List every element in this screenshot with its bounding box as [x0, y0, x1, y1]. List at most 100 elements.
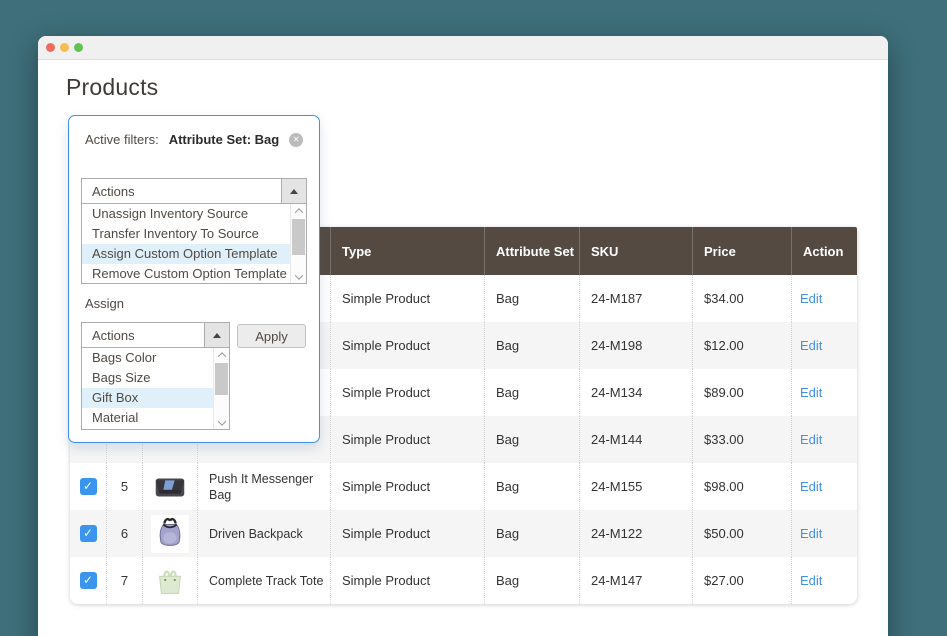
sku-cell: 24-M144 — [579, 416, 692, 463]
attribute_set-cell: Bag — [484, 510, 579, 557]
name-cell: Push It Messenger Bag — [197, 463, 330, 510]
remove-filter-icon[interactable]: ✕ — [289, 133, 303, 147]
product-image-messenger-bag — [151, 468, 189, 506]
type-cell: Simple Product — [330, 510, 484, 557]
checkbox-cell: ✓ — [70, 557, 106, 604]
assign-label: Assign — [85, 296, 124, 311]
scroll-up-button[interactable] — [214, 348, 229, 361]
chevron-down-icon — [294, 271, 302, 279]
option-item[interactable]: Bags Color — [82, 348, 213, 368]
option-item[interactable]: Material — [82, 408, 213, 428]
action-cell: Edit — [791, 369, 857, 416]
type-cell: Simple Product — [330, 416, 484, 463]
thumbnail-cell — [142, 557, 197, 604]
id-cell: 6 — [106, 510, 142, 557]
sku-cell: 24-M134 — [579, 369, 692, 416]
desktop-background: Products TypeAttribute SetSKUPriceAction… — [0, 0, 947, 636]
attribute_set-cell: Bag — [484, 275, 579, 322]
action-cell: Edit — [791, 463, 857, 510]
option-item[interactable]: Gift Box — [82, 388, 213, 408]
apply-button[interactable]: Apply — [237, 324, 306, 348]
edit-link[interactable]: Edit — [800, 573, 822, 588]
price-cell: $50.00 — [692, 510, 791, 557]
type-cell: Simple Product — [330, 275, 484, 322]
browser-window: Products TypeAttribute SetSKUPriceAction… — [38, 36, 888, 636]
action-cell: Edit — [791, 322, 857, 369]
scrollbar[interactable] — [213, 348, 229, 429]
price-cell: $34.00 — [692, 275, 791, 322]
minimize-window-button[interactable] — [60, 43, 69, 52]
scroll-down-button[interactable] — [214, 416, 229, 429]
filter-chip: Attribute Set: Bag — [169, 132, 280, 147]
option-item[interactable]: Unassign Inventory Source — [82, 204, 290, 224]
action-cell: Edit — [791, 416, 857, 463]
scrollbar-thumb[interactable] — [292, 219, 305, 255]
column-header-type[interactable]: Type — [330, 227, 484, 275]
edit-link[interactable]: Edit — [800, 291, 822, 306]
id-cell: 7 — [106, 557, 142, 604]
row-checkbox[interactable]: ✓ — [80, 525, 97, 542]
edit-link[interactable]: Edit — [800, 432, 822, 447]
attribute_set-cell: Bag — [484, 416, 579, 463]
column-header-action[interactable]: Action — [791, 227, 857, 275]
attribute_set-cell: Bag — [484, 369, 579, 416]
name-cell: Driven Backpack — [197, 510, 330, 557]
product-image-tote — [151, 562, 189, 600]
table-row: ✓7Complete Track ToteSimple ProductBag24… — [70, 557, 857, 604]
window-titlebar — [38, 36, 888, 60]
scrollbar[interactable] — [290, 204, 306, 283]
edit-link[interactable]: Edit — [800, 479, 822, 494]
row-checkbox[interactable]: ✓ — [80, 478, 97, 495]
page-title: Products — [66, 74, 158, 101]
row-checkbox[interactable]: ✓ — [80, 572, 97, 589]
scrollbar-track[interactable] — [291, 217, 306, 270]
column-header-price[interactable]: Price — [692, 227, 791, 275]
type-cell: Simple Product — [330, 463, 484, 510]
actions-select[interactable]: Actions — [81, 178, 307, 204]
scrollbar-thumb[interactable] — [215, 363, 228, 395]
zoom-window-button[interactable] — [74, 43, 83, 52]
thumbnail-cell — [142, 463, 197, 510]
thumbnail-cell — [142, 510, 197, 557]
sku-cell: 24-M122 — [579, 510, 692, 557]
table-row: ✓5Push It Messenger BagSimple ProductBag… — [70, 463, 857, 510]
scroll-up-button[interactable] — [291, 204, 306, 217]
name-cell: Complete Track Tote — [197, 557, 330, 604]
assign-select-value: Actions — [82, 323, 204, 347]
scroll-down-button[interactable] — [291, 270, 306, 283]
price-cell: $89.00 — [692, 369, 791, 416]
close-window-button[interactable] — [46, 43, 55, 52]
active-filters-label: Active filters: — [85, 132, 159, 147]
type-cell: Simple Product — [330, 322, 484, 369]
scrollbar-track[interactable] — [214, 361, 229, 416]
price-cell: $33.00 — [692, 416, 791, 463]
checkbox-cell: ✓ — [70, 463, 106, 510]
price-cell: $27.00 — [692, 557, 791, 604]
product-image-backpack — [151, 515, 189, 553]
column-header-attribute_set[interactable]: Attribute Set — [484, 227, 579, 275]
option-item[interactable]: Remove Custom Option Template — [82, 264, 290, 283]
actions-select-value: Actions — [82, 179, 281, 203]
assign-select-collapse-button[interactable] — [204, 323, 229, 347]
triangle-up-icon — [290, 189, 298, 194]
attribute_set-cell: Bag — [484, 322, 579, 369]
edit-link[interactable]: Edit — [800, 338, 822, 353]
sku-cell: 24-M187 — [579, 275, 692, 322]
price-cell: $12.00 — [692, 322, 791, 369]
option-item[interactable]: Bags Size — [82, 368, 213, 388]
chevron-up-icon — [217, 352, 225, 360]
edit-link[interactable]: Edit — [800, 385, 822, 400]
attribute_set-cell: Bag — [484, 557, 579, 604]
table-row: ✓ 6 Driven BackpackSimple ProductBag24-M12… — [70, 510, 857, 557]
actions-select-collapse-button[interactable] — [281, 179, 306, 203]
column-header-sku[interactable]: SKU — [579, 227, 692, 275]
edit-link[interactable]: Edit — [800, 526, 822, 541]
sku-cell: 24-M155 — [579, 463, 692, 510]
sku-cell: 24-M198 — [579, 322, 692, 369]
option-list: Bags ColorBags SizeGift BoxMaterial — [82, 348, 213, 429]
option-item[interactable]: Assign Custom Option Template — [82, 244, 290, 264]
option-item[interactable]: Transfer Inventory To Source — [82, 224, 290, 244]
chevron-down-icon — [217, 417, 225, 425]
option-list: Unassign Inventory SourceTransfer Invent… — [82, 204, 290, 283]
assign-select[interactable]: Actions — [81, 322, 230, 348]
